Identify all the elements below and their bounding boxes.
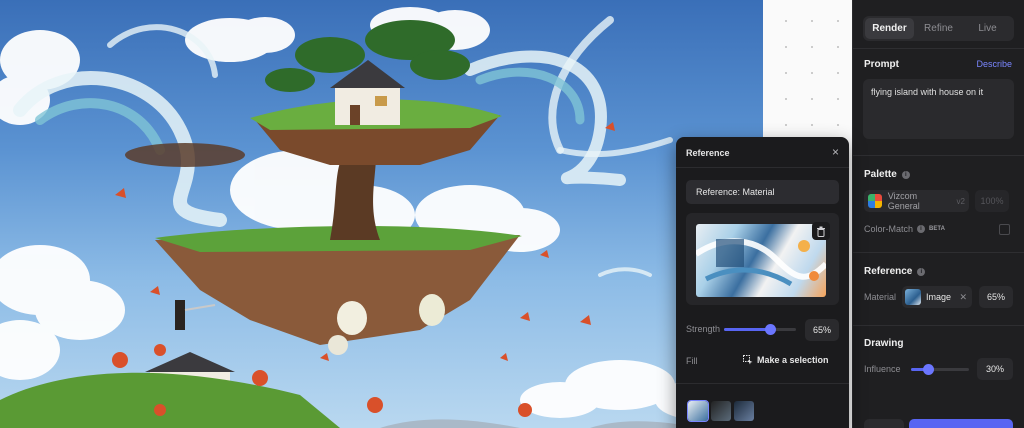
prompt-input[interactable]: flying island with house on it <box>863 79 1014 139</box>
selection-icon <box>743 355 753 365</box>
vizcom-editor: Render Refine Live Prompt Describe flyin… <box>0 0 1024 428</box>
reference-image-preview <box>696 224 826 297</box>
reference-section-title: Reference i <box>864 266 926 277</box>
prompt-section-title: Prompt <box>864 59 899 70</box>
color-match-checkbox[interactable] <box>999 224 1010 235</box>
palette-title-label: Palette <box>864 169 897 180</box>
tab-refine[interactable]: Refine <box>914 18 963 39</box>
palette-name: Vizcom General <box>887 191 920 211</box>
tab-live[interactable]: Live <box>963 18 1012 39</box>
tab-render[interactable]: Render <box>865 18 914 39</box>
prompt-title-label: Prompt <box>864 59 899 70</box>
section-divider <box>853 252 1024 253</box>
influence-value-field[interactable]: 30% <box>977 358 1013 380</box>
influence-slider-handle[interactable] <box>922 364 934 375</box>
close-icon[interactable]: × <box>832 145 839 159</box>
palette-section-title: Palette i <box>864 169 910 180</box>
render-canvas[interactable] <box>0 0 763 428</box>
beta-badge: BETA <box>929 226 945 232</box>
reference-thumbnail <box>905 289 921 305</box>
make-selection-label: Make a selection <box>757 355 829 365</box>
fill-thumbnail[interactable] <box>711 401 731 421</box>
info-icon[interactable]: i <box>917 267 926 276</box>
section-divider <box>853 155 1024 156</box>
fill-thumbnail[interactable] <box>687 400 709 422</box>
influence-slider[interactable] <box>911 364 969 375</box>
section-divider <box>853 48 1024 49</box>
color-match-row: Color-Match i BETA <box>864 224 945 234</box>
material-label: Material <box>864 292 897 302</box>
influence-label: Influence <box>864 364 901 374</box>
reference-title-label: Reference <box>864 266 913 277</box>
generate-button[interactable] <box>909 419 1013 428</box>
palette-row: Vizcom General v2 100% <box>864 190 1009 212</box>
trash-icon[interactable] <box>812 222 830 240</box>
fill-thumbnail[interactable] <box>734 401 754 421</box>
drawing-title-label: Drawing <box>864 338 904 349</box>
strength-slider-fill <box>724 328 771 331</box>
reference-art <box>696 238 826 287</box>
palette-swatch-icon <box>868 194 882 208</box>
color-match-label: Color-Match <box>864 224 914 234</box>
fill-thumbnails <box>687 400 754 422</box>
info-icon[interactable]: i <box>917 225 926 233</box>
mode-tabs: Render Refine Live <box>863 16 1014 41</box>
popup-title: Reference <box>686 148 730 158</box>
secondary-action-button[interactable] <box>864 419 904 428</box>
strength-slider[interactable] <box>724 324 796 335</box>
describe-link[interactable]: Describe <box>976 59 1012 69</box>
palette-version: v2 <box>956 196 965 206</box>
drawing-section-title: Drawing <box>864 338 903 349</box>
popup-divider <box>676 167 849 168</box>
strength-value-field[interactable]: 65% <box>805 319 839 341</box>
palette-selector[interactable]: Vizcom General v2 <box>864 190 969 212</box>
palette-strength-field[interactable]: 100% <box>975 190 1009 212</box>
make-selection-button[interactable]: Make a selection <box>743 355 829 365</box>
reference-image-label: Image <box>926 292 952 302</box>
reference-image-pill[interactable]: Image ✕ <box>902 286 972 308</box>
reference-value-field[interactable]: 65% <box>979 286 1013 308</box>
strength-label: Strength <box>686 324 721 334</box>
section-divider <box>853 325 1024 326</box>
trash-glyph <box>817 226 825 237</box>
settings-panel: Render Refine Live Prompt Describe flyin… <box>852 0 1024 428</box>
remove-reference-icon[interactable]: ✕ <box>959 292 969 303</box>
popup-divider <box>676 383 849 384</box>
fill-label: Fill <box>686 356 698 366</box>
info-icon[interactable]: i <box>901 170 910 179</box>
reference-type-select[interactable]: Reference: Material <box>686 180 839 204</box>
floating-island-illustration <box>0 7 745 428</box>
